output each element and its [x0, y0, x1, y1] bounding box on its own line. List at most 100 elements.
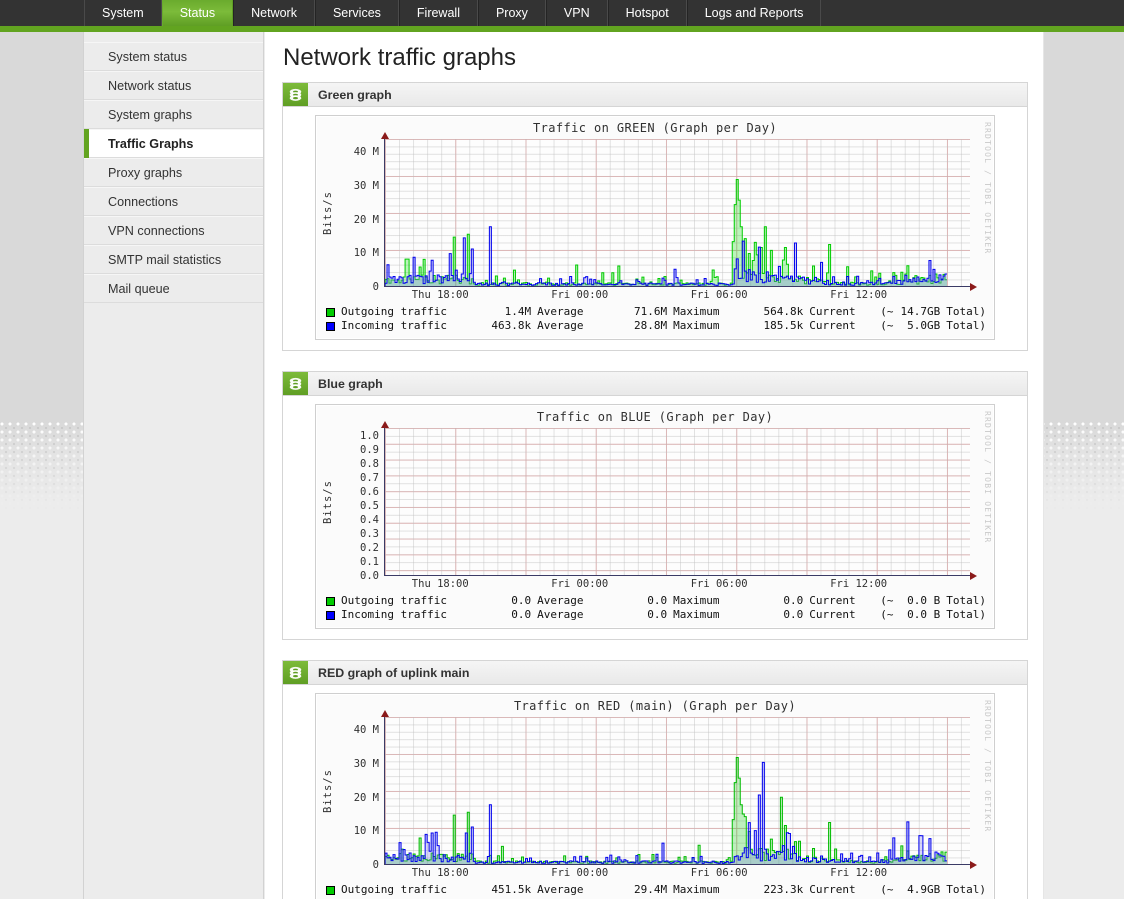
x-tick-label: Fri 06:00 — [690, 578, 748, 590]
y-tick-label: 0.5 — [360, 500, 379, 513]
chart-title: Traffic on GREEN (Graph per Day) — [533, 121, 777, 135]
nav-tab-vpn[interactable]: VPN — [545, 0, 608, 26]
rrd-graph: Traffic on BLUE (Graph per Day) RRDTOOL /… — [315, 404, 995, 629]
chart-series-svg — [385, 756, 947, 864]
rrdtool-watermark: RRDTOOL / TOBI OETIKER — [983, 122, 992, 255]
rrdtool-watermark: RRDTOOL / TOBI OETIKER — [983, 411, 992, 544]
y-axis-ticks: 0.0 0.1 0.2 0.3 0.4 0.5 0.6 0.7 0.8 0.9 1.0 — [336, 428, 384, 582]
nav-tab-system[interactable]: System — [84, 0, 162, 26]
section-header: RED graph of uplink main — [283, 661, 1027, 685]
section-header: Blue graph — [283, 372, 1027, 396]
sidebar-item-label: Traffic Graphs — [108, 136, 194, 151]
sidebar-item-proxy-graphs[interactable]: Proxy graphs — [84, 158, 263, 187]
x-tick-label: Thu 18:00 — [411, 867, 469, 879]
chart-plot-area: Bits/s 0 10 M 20 M 30 M 40 M — [316, 710, 977, 871]
chart-legend: Outgoing traffic 0.0 Average 0.0 Maximum 0.0 C… — [326, 594, 986, 622]
legend-total-prefix: (~ — [880, 594, 894, 607]
chart-series-svg — [385, 178, 947, 286]
nav-tab-network[interactable]: Network — [233, 0, 315, 26]
stack-icon — [283, 83, 308, 106]
sidebar-item-smtp-mail-statistics[interactable]: SMTP mail statistics — [84, 245, 263, 274]
section-title: Green graph — [318, 87, 392, 102]
graph-section: Green graph Traffic on GREEN (Graph per D… — [282, 82, 1028, 351]
legend-series-name: Outgoing traffic — [341, 594, 447, 607]
section-header: Green graph — [283, 83, 1027, 107]
chart-plot-area: Bits/s 0 10 M 20 M 30 M 40 M — [316, 132, 977, 293]
legend-average-label: Average — [537, 305, 584, 318]
legend-average-label: Average — [537, 319, 584, 332]
legend-row: Incoming traffic 0.0 Average 0.0 Maximum 0.0 C… — [326, 608, 986, 622]
section-body: Traffic on GREEN (Graph per Day) RRDTOOL … — [283, 107, 1027, 350]
rrd-graph: Traffic on RED (main) (Graph per Day) RRD… — [315, 693, 995, 899]
rrd-graph: Traffic on GREEN (Graph per Day) RRDTOOL … — [315, 115, 995, 340]
legend-total-prefix: (~ — [880, 319, 894, 332]
legend-current-label: Current — [809, 608, 856, 621]
chart-canvas — [380, 710, 977, 869]
sidebar-item-traffic-graphs[interactable]: Traffic Graphs — [84, 129, 263, 158]
legend-maximum-label: Maximum — [673, 319, 720, 332]
legend-color-swatch — [326, 596, 335, 606]
chart-title: Traffic on BLUE (Graph per Day) — [536, 410, 774, 424]
sidebar-item-network-status[interactable]: Network status — [84, 71, 263, 100]
legend-current-value: 0.0 — [783, 608, 804, 621]
sidebar-item-system-status[interactable]: System status — [84, 42, 263, 71]
legend-maximum-value: 28.8M — [634, 319, 668, 332]
nav-tab-firewall[interactable]: Firewall — [398, 0, 478, 26]
y-tick-label: 20 M — [353, 213, 379, 226]
legend-total-value: 0.0 B — [907, 608, 941, 621]
legend-color-swatch — [326, 885, 335, 895]
legend-average-value: 0.0 — [511, 608, 532, 621]
legend-average-label: Average — [537, 608, 584, 621]
x-tick-label: Thu 18:00 — [411, 578, 469, 590]
legend-average-value: 463.8k — [491, 319, 532, 332]
legend-total-value: 5.0GB — [907, 319, 941, 332]
y-axis-ticks: 0 10 M 20 M 30 M 40 M — [336, 717, 384, 871]
nav-tab-logs-and-reports[interactable]: Logs and Reports — [686, 0, 822, 26]
y-axis-label: Bits/s — [322, 480, 334, 524]
sidebar-item-mail-queue[interactable]: Mail queue — [84, 274, 263, 303]
sidebar-item-label: Network status — [108, 78, 192, 93]
legend-maximum-value: 29.4M — [634, 883, 668, 896]
legend-maximum-label: Maximum — [673, 608, 720, 621]
x-tick-label: Fri 12:00 — [830, 867, 888, 879]
page-gutter-right — [1040, 32, 1124, 899]
y-tick-label: 30 M — [353, 758, 379, 771]
sidebar-item-system-graphs[interactable]: System graphs — [84, 100, 263, 129]
sidebar: System status Network status System graphs… — [84, 32, 264, 899]
legend-color-swatch — [326, 610, 335, 620]
legend-total-prefix: (~ — [880, 305, 894, 318]
y-tick-label: 0.4 — [360, 514, 379, 527]
main-content: Network traffic graphs Green graph Traffi… — [265, 32, 1044, 899]
sidebar-item-label: Connections — [108, 194, 179, 209]
x-tick-label: Fri 00:00 — [551, 867, 609, 879]
stack-icon — [283, 661, 308, 684]
nav-tab-status[interactable]: Status — [161, 0, 234, 26]
sidebar-item-label: System graphs — [108, 107, 192, 122]
nav-tab-proxy[interactable]: Proxy — [477, 0, 546, 26]
y-axis-label: Bits/s — [322, 191, 334, 235]
gutter-dot-pattern — [0, 422, 83, 512]
legend-current-value: 564.8k — [763, 305, 804, 318]
chart-plot-area: Bits/s 0.0 0.1 0.2 0.3 0.4 0.5 0.6 0.7 0.8 0.9 1.0 — [316, 421, 977, 582]
legend-average-value: 1.4M — [504, 305, 532, 318]
section-body: Traffic on BLUE (Graph per Day) RRDTOOL /… — [283, 396, 1027, 639]
sidebar-item-list: System status Network status System graphs… — [84, 42, 263, 303]
legend-maximum-label: Maximum — [673, 594, 720, 607]
y-tick-label: 10 M — [353, 247, 379, 260]
sidebar-item-label: Mail queue — [108, 281, 170, 296]
x-tick-label: Fri 00:00 — [551, 578, 609, 590]
legend-current-value: 0.0 — [783, 594, 804, 607]
y-tick-label: 1.0 — [360, 430, 379, 443]
chart-canvas — [380, 132, 977, 291]
legend-series-name: Incoming traffic — [341, 608, 447, 621]
legend-total-suffix: Total) — [946, 305, 986, 318]
nav-tab-services[interactable]: Services — [314, 0, 399, 26]
nav-tab-hotspot[interactable]: Hotspot — [607, 0, 687, 26]
sidebar-item-label: VPN connections — [108, 223, 205, 238]
sidebar-item-connections[interactable]: Connections — [84, 187, 263, 216]
nav-left-spacer — [0, 0, 84, 26]
x-tick-label: Fri 06:00 — [690, 289, 748, 301]
y-tick-label: 20 M — [353, 791, 379, 804]
sidebar-item-vpn-connections[interactable]: VPN connections — [84, 216, 263, 245]
section-body: Traffic on RED (main) (Graph per Day) RRD… — [283, 685, 1027, 899]
